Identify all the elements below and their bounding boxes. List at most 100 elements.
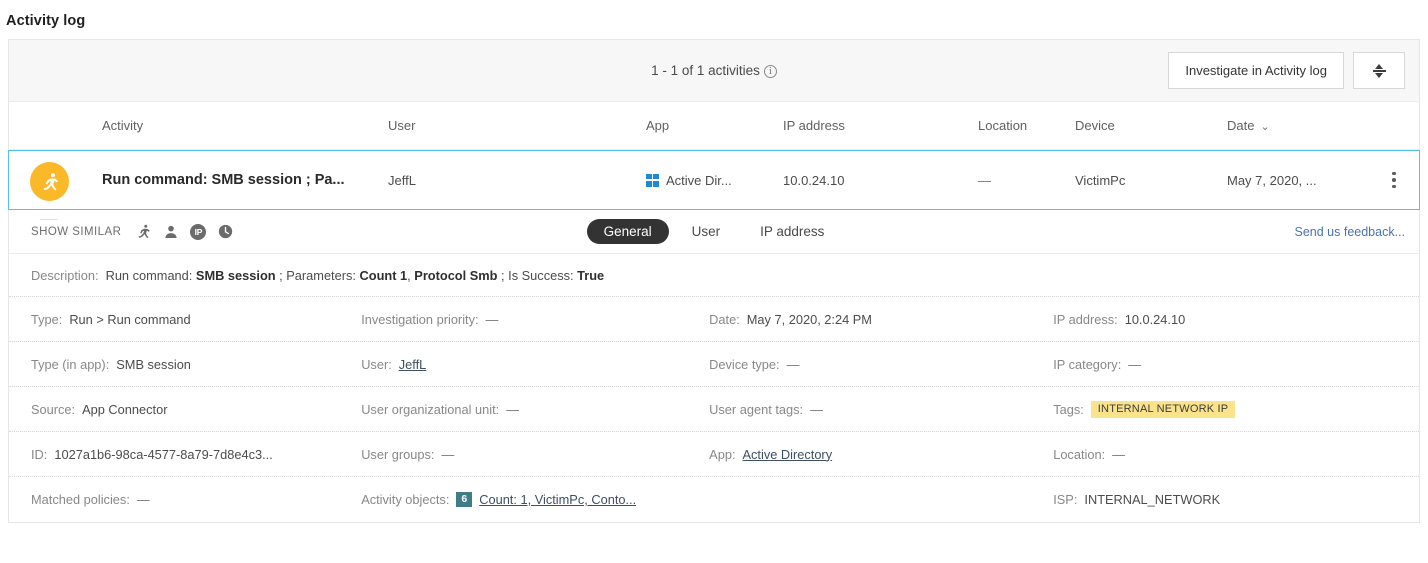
cell-app: Active Dir... <box>646 173 783 188</box>
detail-field-location: Location: — <box>1053 447 1419 462</box>
detail-field-type-in-app: Type (in app): SMB session <box>9 357 361 372</box>
detail-field-user: User: JeffL <box>361 357 709 372</box>
detail-label: User organizational unit: <box>361 401 500 417</box>
detail-label: Type: <box>31 311 63 327</box>
description-label: Description: <box>31 267 99 283</box>
detail-field-app: App: Active Directory <box>709 447 1053 462</box>
description-bold-2: Count 1 <box>359 267 408 283</box>
detail-field-tags: Tags: INTERNAL NETWORK IP <box>1053 400 1419 418</box>
detail-value-link-app[interactable]: Active Directory <box>743 447 833 462</box>
detail-label: IP category: <box>1053 356 1122 372</box>
detail-field-user-organizational-unit: User organizational unit: — <box>361 402 709 417</box>
running-person-icon[interactable] <box>135 223 152 240</box>
column-header-user[interactable]: User <box>381 118 646 133</box>
detail-label: Date: <box>709 311 740 327</box>
column-header-app[interactable]: App <box>646 118 783 133</box>
expand-collapse-button[interactable] <box>1353 52 1405 89</box>
description-bold-4: True <box>577 267 605 283</box>
detail-row: Type (in app): SMB session User: JeffL D… <box>9 342 1419 387</box>
detail-row: Type: Run > Run command Investigation pr… <box>9 297 1419 342</box>
detail-row: ID: 1027a1b6-98ca-4577-8a79-7d8e4c3... U… <box>9 432 1419 477</box>
column-header-date[interactable]: Date ⌄ <box>1227 118 1367 133</box>
row-actions-cell <box>1367 171 1421 189</box>
send-us-feedback-link[interactable]: Send us feedback... <box>1295 225 1406 239</box>
tab-user[interactable]: User <box>675 219 738 244</box>
detail-field-isp: ISP: INTERNAL_NETWORK <box>1053 492 1419 507</box>
detail-value: May 7, 2020, 2:24 PM <box>746 311 872 327</box>
detail-field-matched-policies: Matched policies: — <box>9 492 361 507</box>
detail-field-user-groups: User groups: — <box>361 447 709 462</box>
cell-app-label: Active Dir... <box>666 172 732 188</box>
detail-value: SMB session <box>116 356 191 372</box>
clock-icon[interactable] <box>217 223 234 240</box>
detail-value: — <box>485 311 499 327</box>
detail-label: Device type: <box>709 356 780 372</box>
detail-label: ISP: <box>1053 492 1078 507</box>
detail-field-date: Date: May 7, 2020, 2:24 PM <box>709 312 1053 327</box>
investigate-in-activity-log-button[interactable]: Investigate in Activity log <box>1168 52 1344 89</box>
detail-label: User groups: <box>361 446 435 462</box>
windows-logo-icon <box>646 173 659 187</box>
detail-row: Source: App Connector User organizationa… <box>9 387 1419 432</box>
ip-chip-label: IP <box>190 223 207 240</box>
description-sep-2: ; Is Success: <box>501 267 574 283</box>
table-header-row: Activity User App IP address Location De… <box>9 102 1419 150</box>
detail-value: Run > Run command <box>69 311 191 327</box>
detail-value: 1027a1b6-98ca-4577-8a79-7d8e4c3... <box>54 446 273 462</box>
cell-date: May 7, 2020, ... <box>1227 172 1317 188</box>
column-header-activity[interactable]: Activity <box>9 118 381 133</box>
activity-count-text: 1 - 1 of 1 activities <box>651 63 760 78</box>
detail-value: — <box>136 492 150 507</box>
detail-label: Tags: <box>1053 401 1084 417</box>
detail-value: — <box>1128 356 1142 372</box>
tab-general[interactable]: General <box>586 219 669 244</box>
info-icon[interactable]: i <box>763 65 777 78</box>
user-icon[interactable] <box>163 224 179 240</box>
detail-label: App: <box>709 446 736 462</box>
detail-value-link-activity-objects[interactable]: Count: 1, VictimPc, Conto... <box>479 492 636 507</box>
detail-value-link-user[interactable]: JeffL <box>399 357 427 372</box>
detail-value: 10.0.24.10 <box>1124 311 1186 327</box>
cell-user: JeffL <box>388 172 416 188</box>
detail-label: Location: <box>1053 446 1106 462</box>
detail-label: IP address: <box>1053 311 1118 327</box>
table-row[interactable]: Run command: SMB session ; Pa... JeffL A… <box>8 150 1420 210</box>
detail-field-activity-objects: Activity objects: 6 Count: 1, VictimPc, … <box>361 492 709 507</box>
description-bold-3: Protocol Smb <box>414 267 498 283</box>
tab-ip-address[interactable]: IP address <box>743 219 841 244</box>
column-header-device[interactable]: Device <box>1075 118 1227 133</box>
row-pointer-icon <box>40 210 58 219</box>
detail-field-id: ID: 1027a1b6-98ca-4577-8a79-7d8e4c3... <box>9 447 361 462</box>
row-more-options-icon[interactable] <box>1367 171 1421 189</box>
running-person-icon <box>30 162 69 201</box>
detail-label: User agent tags: <box>709 401 804 417</box>
activity-row-wrapper: Run command: SMB session ; Pa... JeffL A… <box>8 150 1420 220</box>
detail-value: — <box>786 356 800 372</box>
detail-value: — <box>810 401 823 417</box>
activity-objects-count-badge: 6 <box>456 492 473 507</box>
detail-label: Matched policies: <box>31 492 130 507</box>
status-badge[interactable]: INTERNAL NETWORK IP <box>1090 400 1236 418</box>
detail-field-user-agent-tags: User agent tags: — <box>709 402 1053 417</box>
column-header-location[interactable]: Location <box>978 118 1075 133</box>
detail-sub-toolbar: SHOW SIMILAR IP General User IP address … <box>9 210 1419 254</box>
column-header-date-label: Date <box>1227 118 1255 133</box>
detail-label: User: <box>361 356 392 372</box>
ip-icon[interactable]: IP <box>190 223 207 240</box>
description-comma: , <box>407 267 411 283</box>
detail-field-ip-address: IP address: 10.0.24.10 <box>1053 312 1419 327</box>
column-header-ip-address[interactable]: IP address <box>783 118 978 133</box>
toolbar-actions: Investigate in Activity log <box>1168 52 1405 89</box>
detail-label: ID: <box>31 446 48 462</box>
cell-device: VictimPc <box>1075 172 1126 188</box>
detail-label: Activity objects: <box>361 492 450 507</box>
activity-icon-wrapper <box>30 162 69 201</box>
detail-value: INTERNAL_NETWORK <box>1084 492 1221 507</box>
description-part-1: Run command: <box>105 267 193 283</box>
detail-value: — <box>441 446 455 462</box>
page-title: Activity log <box>6 13 86 29</box>
detail-value: — <box>506 401 519 417</box>
detail-label: Investigation priority: <box>361 311 479 327</box>
description-row: Description: Run command: SMB session ; … <box>9 254 1419 297</box>
activity-log-page: Activity log 1 - 1 of 1 activities i Inve… <box>0 0 1428 563</box>
